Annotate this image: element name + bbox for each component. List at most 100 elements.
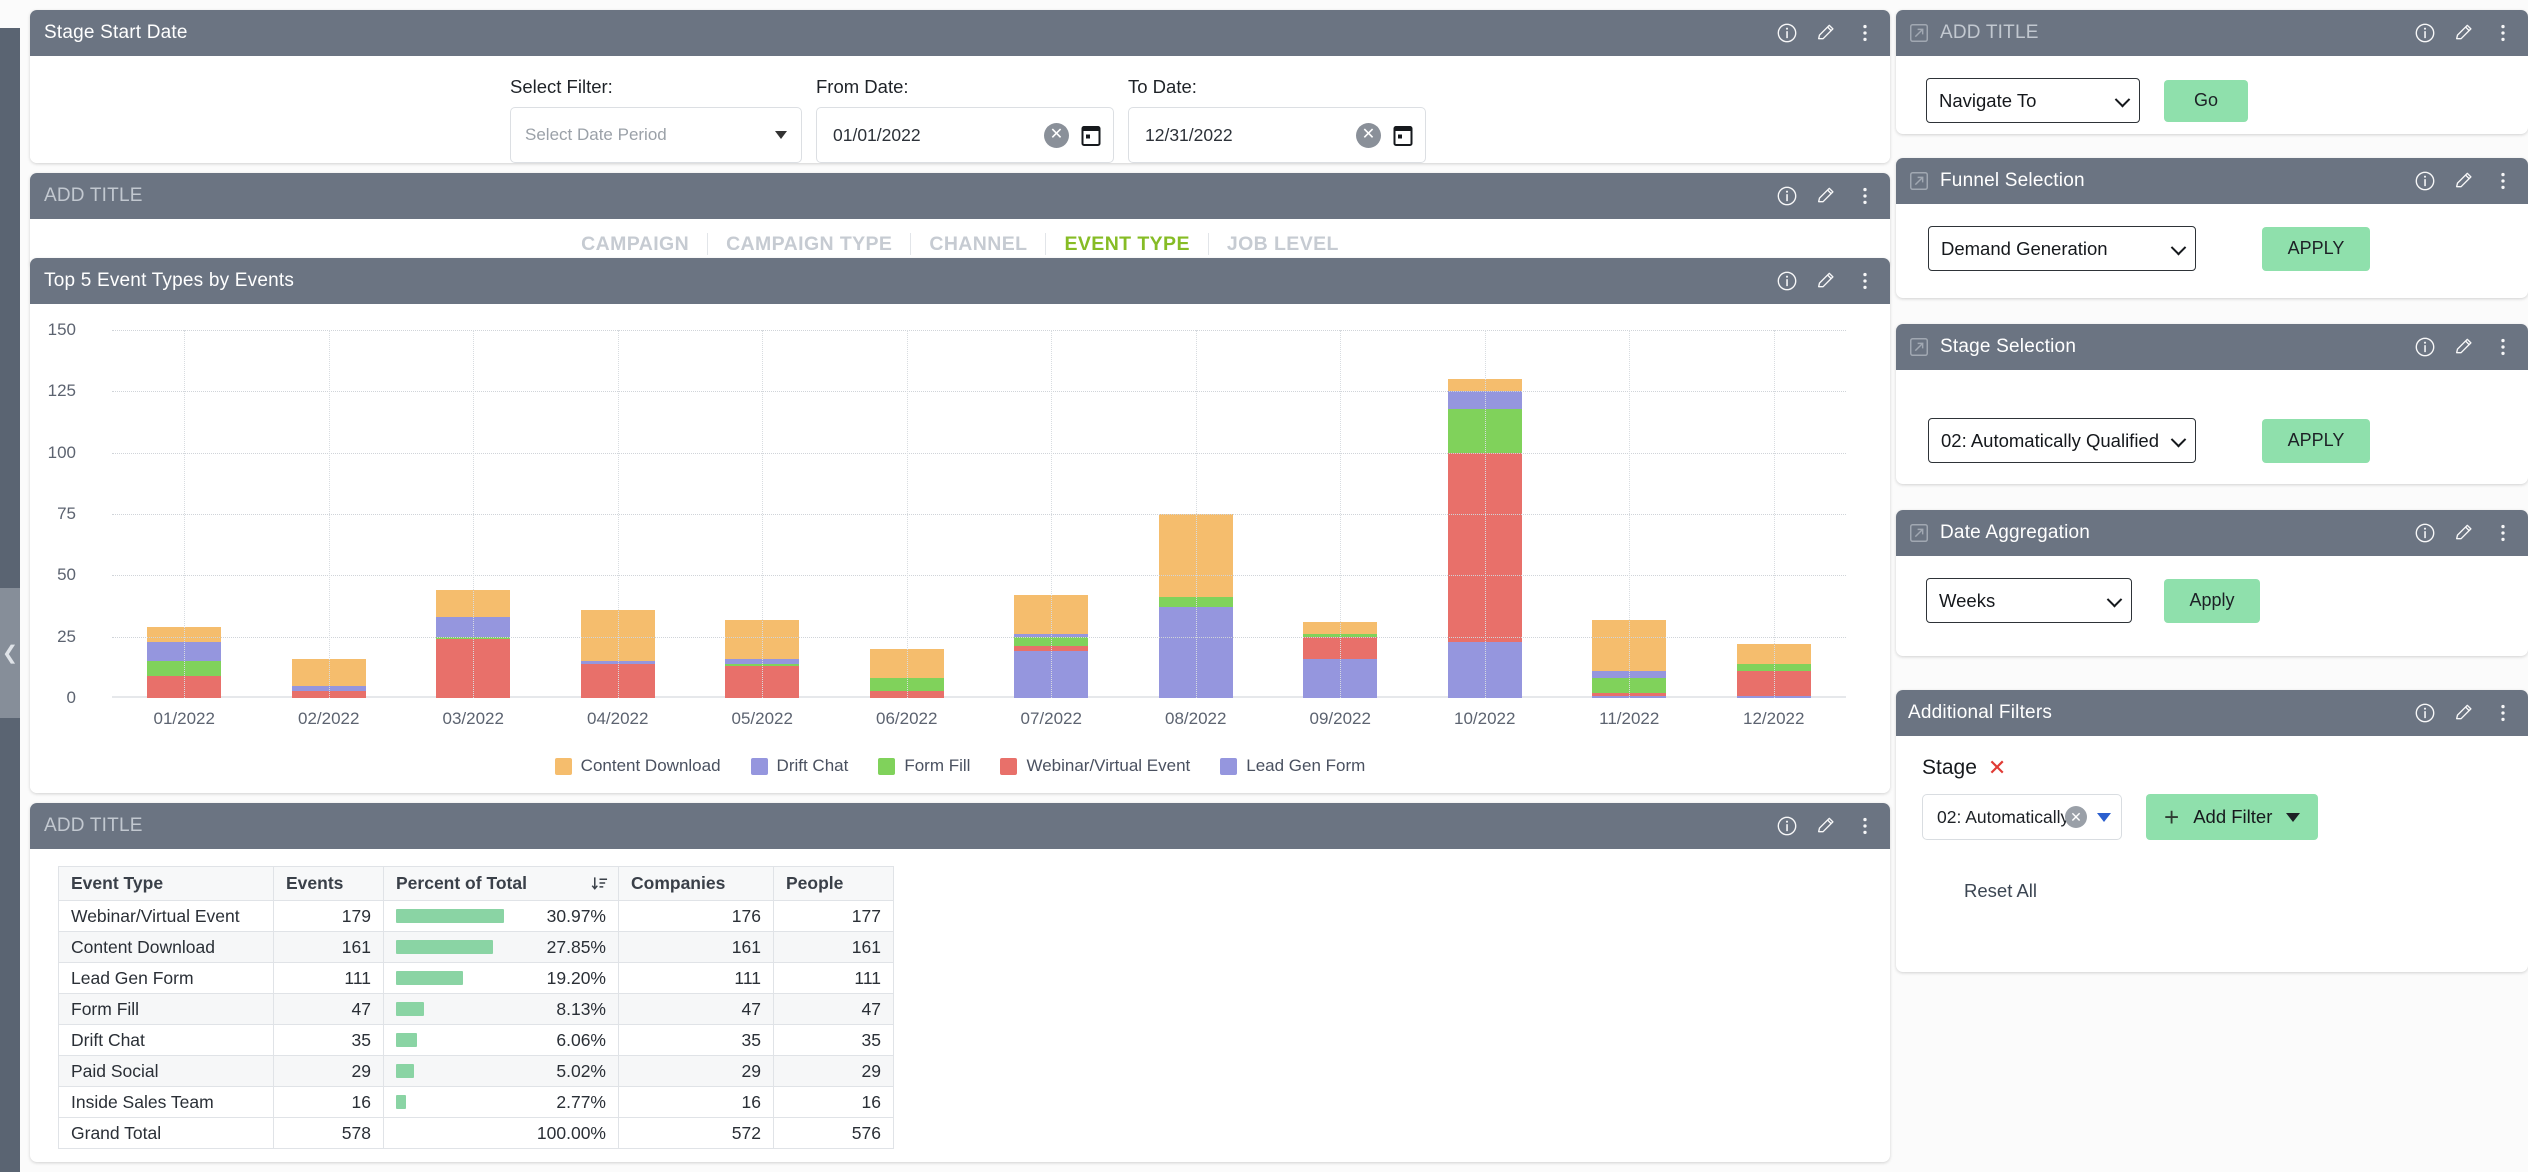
edit-pencil-icon[interactable]: [1815, 270, 1837, 292]
cell-event-type: Webinar/Virtual Event: [58, 900, 274, 932]
percent-value: 2.77%: [556, 1091, 606, 1112]
panel-title: Additional Filters: [1908, 702, 2053, 723]
kebab-menu-icon[interactable]: [2492, 336, 2514, 358]
sidebar-collapse-handle[interactable]: ❮: [0, 588, 20, 718]
info-icon[interactable]: [1776, 270, 1798, 292]
edit-pencil-icon[interactable]: [1815, 185, 1837, 207]
info-icon[interactable]: [1776, 185, 1798, 207]
panel-header-actions: [2414, 510, 2514, 556]
info-icon[interactable]: [2414, 336, 2436, 358]
date-aggregation-apply-button[interactable]: Apply: [2164, 578, 2260, 623]
edit-pencil-icon[interactable]: [2453, 170, 2475, 192]
column-header-events[interactable]: Events: [273, 866, 384, 901]
to-date-field[interactable]: 12/31/2022 ✕: [1128, 107, 1426, 163]
funnel-selection-panel: Funnel Selection Demand Generation APPLY: [1896, 158, 2528, 298]
cell-percent-of-total: 6.06%: [383, 1024, 619, 1056]
kebab-menu-icon[interactable]: [2492, 170, 2514, 192]
percent-value: 30.97%: [546, 905, 606, 926]
date-aggregation-select[interactable]: Weeks: [1926, 578, 2132, 623]
table-row[interactable]: Drift Chat 35 6.06% 35 35: [58, 1024, 894, 1056]
table-row[interactable]: Content Download 161 27.85% 161 161: [58, 931, 894, 963]
tab-campaign[interactable]: CAMPAIGN: [563, 232, 709, 255]
column-header-people[interactable]: People: [773, 866, 894, 901]
edit-pencil-icon[interactable]: [1815, 815, 1837, 837]
funnel-apply-button[interactable]: APPLY: [2262, 226, 2370, 271]
y-tick-label: 125: [47, 381, 76, 401]
stage-select[interactable]: 02: Automatically Qualified: [1928, 418, 2196, 463]
calendar-icon[interactable]: [1393, 124, 1413, 147]
kebab-menu-icon[interactable]: [2492, 522, 2514, 544]
sort-descending-icon[interactable]: [591, 875, 608, 892]
y-tick-label: 75: [57, 504, 76, 523]
tab-channel[interactable]: CHANNEL: [911, 232, 1047, 255]
legend-item[interactable]: Form Fill: [878, 756, 970, 776]
edit-pencil-icon[interactable]: [1815, 22, 1837, 44]
kebab-menu-icon[interactable]: [1854, 22, 1876, 44]
table-row[interactable]: Inside Sales Team 16 2.77% 16 16: [58, 1086, 894, 1118]
calendar-icon[interactable]: [1081, 124, 1101, 147]
info-icon[interactable]: [2414, 170, 2436, 192]
cell-percent-of-total: 19.20%: [383, 962, 619, 994]
go-button[interactable]: Go: [2164, 79, 2248, 122]
cell-percent-of-total: 2.77%: [383, 1086, 619, 1118]
kebab-menu-icon[interactable]: [2492, 22, 2514, 44]
tab-job-level[interactable]: JOB LEVEL: [1209, 233, 1357, 255]
clear-icon[interactable]: ✕: [2065, 806, 2087, 828]
table-row[interactable]: Lead Gen Form 111 19.20% 111 111: [58, 962, 894, 994]
from-date-field[interactable]: 01/01/2022 ✕: [816, 107, 1114, 163]
info-icon[interactable]: [1776, 815, 1798, 837]
remove-filter-icon[interactable]: ✕: [1988, 757, 2006, 779]
date-period-select[interactable]: Select Date Period: [510, 107, 802, 163]
chevron-down-icon: [2286, 812, 2301, 822]
cell-people: 29: [773, 1055, 894, 1087]
legend-item[interactable]: Lead Gen Form: [1220, 756, 1365, 776]
x-tick-label: 10/2022: [1454, 709, 1516, 728]
popout-icon[interactable]: [1908, 170, 1930, 192]
table-row[interactable]: Form Fill 47 8.13% 47 47: [58, 993, 894, 1025]
stage-filter-select[interactable]: 02: Automatically Qu.. ✕: [1922, 794, 2122, 840]
x-tick-label: 12/2022: [1743, 709, 1805, 728]
reset-all-link[interactable]: Reset All: [1964, 880, 2528, 902]
popout-icon[interactable]: [1908, 522, 1930, 544]
panel-body: Weeks Apply: [1896, 556, 2528, 623]
table-row[interactable]: Webinar/Virtual Event 179 30.97% 176 177: [58, 900, 894, 932]
clear-icon[interactable]: ✕: [1356, 122, 1381, 148]
tab-event-type[interactable]: EVENT TYPE: [1046, 232, 1209, 255]
date-period-placeholder: Select Date Period: [525, 125, 667, 144]
legend-item[interactable]: Drift Chat: [750, 756, 848, 776]
legend-item[interactable]: Webinar/Virtual Event: [1000, 756, 1190, 776]
popout-icon[interactable]: [1908, 22, 1930, 44]
cell-events: 111: [273, 962, 384, 994]
cell-people: 16: [773, 1086, 894, 1118]
edit-pencil-icon[interactable]: [2453, 22, 2475, 44]
column-header-percent-of-total[interactable]: Percent of Total: [383, 866, 619, 901]
edit-pencil-icon[interactable]: [2453, 522, 2475, 544]
column-header-companies[interactable]: Companies: [618, 866, 774, 901]
edit-pencil-icon[interactable]: [2453, 702, 2475, 724]
kebab-menu-icon[interactable]: [1854, 185, 1876, 207]
popout-icon[interactable]: [1908, 336, 1930, 358]
info-icon[interactable]: [2414, 522, 2436, 544]
kebab-menu-icon[interactable]: [1854, 815, 1876, 837]
info-icon[interactable]: [2414, 702, 2436, 724]
panel-header-actions: [2414, 10, 2514, 56]
vertical-gridline: [1195, 330, 1197, 698]
kebab-menu-icon[interactable]: [2492, 702, 2514, 724]
navigate-to-select[interactable]: Navigate To: [1926, 78, 2140, 123]
cell-event-type: Drift Chat: [58, 1024, 274, 1056]
info-icon[interactable]: [2414, 22, 2436, 44]
cell-companies: 176: [618, 900, 774, 932]
edit-pencil-icon[interactable]: [2453, 336, 2475, 358]
tab-campaign-type[interactable]: CAMPAIGN TYPE: [708, 232, 912, 255]
funnel-select[interactable]: Demand Generation: [1928, 226, 2196, 271]
info-icon[interactable]: [1776, 22, 1798, 44]
legend-item[interactable]: Content Download: [554, 756, 721, 776]
date-aggregation-panel: Date Aggregation Weeks Apply: [1896, 510, 2528, 656]
clear-icon[interactable]: ✕: [1044, 122, 1069, 148]
panel-header: ADD TITLE: [30, 803, 1890, 849]
column-header-event-type[interactable]: Event Type: [58, 866, 274, 901]
table-row[interactable]: Paid Social 29 5.02% 29 29: [58, 1055, 894, 1087]
kebab-menu-icon[interactable]: [1854, 270, 1876, 292]
stage-apply-button[interactable]: APPLY: [2262, 418, 2370, 463]
add-filter-button[interactable]: + Add Filter: [2146, 794, 2319, 840]
